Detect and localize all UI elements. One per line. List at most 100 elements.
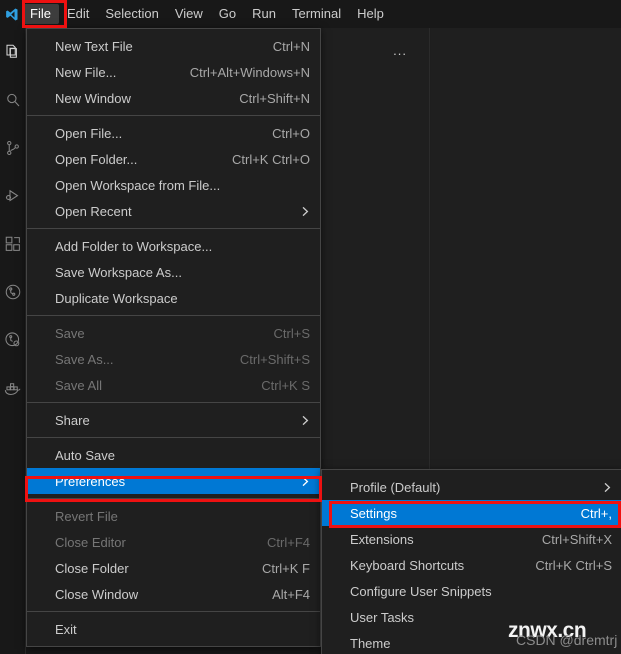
file-menu-item-open-workspace-from-file[interactable]: Open Workspace from File... <box>27 172 320 198</box>
menu-item-label: Close Window <box>55 586 139 602</box>
menubar-item-terminal[interactable]: Terminal <box>284 4 349 24</box>
file-menu-item-duplicate-workspace[interactable]: Duplicate Workspace <box>27 285 320 311</box>
menu-item-label: Keyboard Shortcuts <box>350 557 465 573</box>
menu-item-keybinding: Ctrl+Shift+N <box>239 90 310 106</box>
file-menu-item-new-file[interactable]: New File... Ctrl+Alt+Windows+N <box>27 59 320 85</box>
menu-item-label: Open Recent <box>55 203 132 219</box>
preferences-menu-item-settings[interactable]: Settings Ctrl+, <box>322 500 621 526</box>
activity-bar <box>0 28 26 654</box>
more-actions-icon[interactable]: ... <box>393 43 407 58</box>
file-menu-item-exit[interactable]: Exit <box>27 616 320 642</box>
file-menu-item-preferences[interactable]: Preferences <box>27 468 320 494</box>
file-menu-item-share[interactable]: Share <box>27 407 320 433</box>
menu-item-label: Preferences <box>55 473 126 489</box>
preferences-menu-item-user-tasks[interactable]: User Tasks <box>322 604 621 630</box>
file-menu-item-new-window[interactable]: New Window Ctrl+Shift+N <box>27 85 320 111</box>
file-menu-item-close-editor: Close Editor Ctrl+F4 <box>27 529 320 555</box>
file-menu-item-open-file[interactable]: Open File... Ctrl+O <box>27 120 320 146</box>
menubar-item-file[interactable]: File <box>22 4 59 24</box>
menubar-item-label: Help <box>357 6 384 21</box>
docker-icon[interactable] <box>0 364 26 412</box>
search-icon[interactable] <box>0 76 26 124</box>
chevron-right-icon <box>301 198 310 224</box>
menu-item-keybinding: Ctrl+K S <box>261 377 310 393</box>
menu-separator <box>27 402 320 403</box>
preferences-menu-item-profile-default[interactable]: Profile (Default) <box>322 474 621 500</box>
menu-item-label: Close Editor <box>55 534 126 550</box>
menubar-item-label: View <box>174 6 203 21</box>
file-menu-item-close-window[interactable]: Close Window Alt+F4 <box>27 581 320 607</box>
run-and-debug-icon[interactable] <box>0 172 26 220</box>
menu-item-label: Extensions <box>350 531 414 547</box>
menu-item-label: Add Folder to Workspace... <box>55 238 213 254</box>
menu-item-label: Profile (Default) <box>350 479 441 495</box>
source-control-icon[interactable] <box>0 124 26 172</box>
menu-item-label: Open Folder... <box>55 151 138 167</box>
menubar-item-label: File <box>30 6 51 21</box>
menubar-item-selection[interactable]: Selection <box>97 4 166 24</box>
menubar-item-help[interactable]: Help <box>349 4 392 24</box>
menu-bar: File Edit Selection View Go Run Terminal… <box>22 0 392 28</box>
testing-beaker-icon[interactable] <box>0 268 26 316</box>
preferences-menu-item-theme[interactable]: Theme <box>322 630 621 654</box>
menubar-item-view[interactable]: View <box>167 4 211 24</box>
menu-item-label: Auto Save <box>55 447 115 463</box>
menu-item-label: Close Folder <box>55 560 129 576</box>
menu-item-label: New Window <box>55 90 131 106</box>
menu-item-label: Exit <box>55 621 77 637</box>
menubar-item-go[interactable]: Go <box>211 4 244 24</box>
menu-item-label: Settings <box>350 505 397 521</box>
menu-item-keybinding: Ctrl+S <box>273 325 310 341</box>
menu-item-keybinding: Ctrl+K F <box>261 560 310 576</box>
file-menu-item-auto-save[interactable]: Auto Save <box>27 442 320 468</box>
menu-item-keybinding: Alt+F4 <box>272 586 310 602</box>
menu-item-label: Save As... <box>55 351 114 367</box>
menubar-item-edit[interactable]: Edit <box>59 4 97 24</box>
menu-separator <box>27 115 320 116</box>
menu-item-keybinding: Ctrl+K Ctrl+S <box>535 557 612 573</box>
menu-item-label: Save <box>55 325 85 341</box>
file-menu-item-add-folder-to-workspace[interactable]: Add Folder to Workspace... <box>27 233 320 259</box>
menu-item-keybinding: Ctrl+K Ctrl+O <box>231 151 310 167</box>
menu-separator <box>27 437 320 438</box>
preferences-menu-item-configure-user-snippets[interactable]: Configure User Snippets <box>322 578 621 604</box>
title-bar: File Edit Selection View Go Run Terminal… <box>0 0 621 28</box>
vscode-window: ... File Edit Selection View Go Run Term… <box>0 0 621 654</box>
file-menu-item-close-folder[interactable]: Close Folder Ctrl+K F <box>27 555 320 581</box>
menubar-item-label: Edit <box>66 6 90 21</box>
file-menu-item-save-all: Save All Ctrl+K S <box>27 372 320 398</box>
file-menu-item-save-workspace-as[interactable]: Save Workspace As... <box>27 259 320 285</box>
menu-item-label: User Tasks <box>350 609 415 625</box>
remote-explorer-icon[interactable] <box>0 316 26 364</box>
file-menu-item-open-folder[interactable]: Open Folder... Ctrl+K Ctrl+O <box>27 146 320 172</box>
menubar-item-label: Selection <box>105 6 159 21</box>
menu-item-label: Theme <box>350 635 391 651</box>
extensions-icon[interactable] <box>0 220 26 268</box>
vscode-logo-icon <box>0 0 22 28</box>
preferences-menu-item-extensions[interactable]: Extensions Ctrl+Shift+X <box>322 526 621 552</box>
chevron-right-icon <box>301 468 310 494</box>
menu-item-label: Save All <box>55 377 102 393</box>
chevron-right-icon <box>301 407 310 433</box>
menu-item-label: Save Workspace As... <box>55 264 182 280</box>
menubar-item-label: Run <box>252 6 276 21</box>
menu-separator <box>27 315 320 316</box>
menu-item-keybinding: Ctrl+N <box>272 38 310 54</box>
files-explorer-icon[interactable] <box>0 28 26 76</box>
file-menu-item-new-text-file[interactable]: New Text File Ctrl+N <box>27 33 320 59</box>
menu-item-keybinding: Ctrl+, <box>580 505 612 521</box>
menu-item-keybinding: Ctrl+F4 <box>267 534 310 550</box>
menu-item-label: New File... <box>55 64 117 80</box>
menu-item-label: Configure User Snippets <box>350 583 492 599</box>
menu-item-label: Revert File <box>55 508 118 524</box>
file-menu-item-save-as: Save As... Ctrl+Shift+S <box>27 346 320 372</box>
preferences-menu-item-keyboard-shortcuts[interactable]: Keyboard Shortcuts Ctrl+K Ctrl+S <box>322 552 621 578</box>
menu-item-keybinding: Ctrl+Alt+Windows+N <box>189 64 310 80</box>
menu-item-keybinding: Ctrl+Shift+S <box>239 351 310 367</box>
menu-separator <box>27 498 320 499</box>
menubar-item-run[interactable]: Run <box>244 4 284 24</box>
menu-item-keybinding: Ctrl+O <box>272 125 310 141</box>
file-menu-item-open-recent[interactable]: Open Recent <box>27 198 320 224</box>
file-dropdown-menu: New Text File Ctrl+N New File... Ctrl+Alt+W… <box>26 28 321 647</box>
menubar-item-label: Terminal <box>292 6 342 21</box>
